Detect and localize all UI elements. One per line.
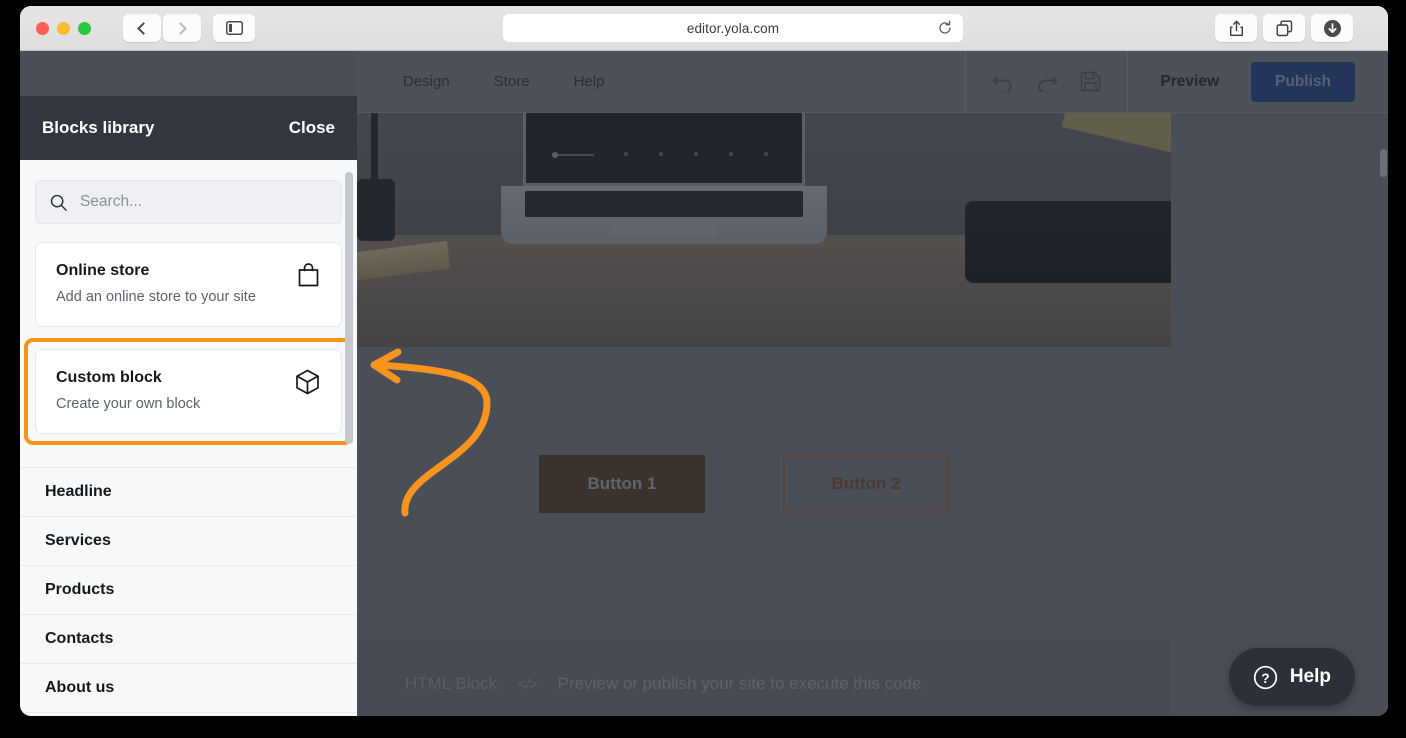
- blocks-list: Headline Services Products Contacts Abou…: [20, 467, 357, 716]
- close-panel-button[interactable]: Close: [289, 118, 335, 138]
- shopping-bag-icon: [297, 262, 320, 292]
- traffic-lights: [36, 22, 91, 35]
- card-subtitle: Create your own block: [56, 396, 201, 412]
- menu-item-help[interactable]: Help: [574, 73, 605, 90]
- block-label: Products: [45, 581, 115, 598]
- question-circle-icon: ?: [1253, 665, 1277, 689]
- tabs-button[interactable]: [1263, 14, 1305, 42]
- card-title: Custom block: [56, 369, 162, 386]
- url-bar[interactable]: editor.yola.com: [503, 14, 963, 42]
- share-button[interactable]: [1215, 14, 1257, 42]
- help-widget-button[interactable]: ? Help: [1228, 648, 1355, 706]
- menu-item-store[interactable]: Store: [494, 73, 530, 90]
- chevron-right-icon: [174, 21, 187, 35]
- search-icon: [50, 194, 67, 211]
- url-text: editor.yola.com: [686, 20, 780, 36]
- svg-text:?: ?: [1261, 671, 1269, 686]
- undo-icon[interactable]: [992, 72, 1014, 92]
- editor-toolbar: Design Store Help Preview Publish: [357, 51, 1388, 113]
- page-viewport: Get a consultation Design: [20, 51, 1388, 716]
- publish-button[interactable]: Publish: [1251, 61, 1355, 102]
- block-row-services[interactable]: Services: [20, 516, 357, 565]
- card-online-store[interactable]: Online store Add an online store to your…: [35, 242, 342, 327]
- html-block-strip[interactable]: HTML Block </> Preview or publish your s…: [357, 639, 1171, 716]
- maximize-window-button[interactable]: [78, 22, 91, 35]
- html-block-label: HTML Block: [405, 674, 497, 693]
- save-icon[interactable]: [1080, 71, 1101, 92]
- nav-forward-button[interactable]: [163, 14, 201, 42]
- card-subtitle: Add an online store to your site: [56, 289, 256, 305]
- nav-back-button[interactable]: [123, 14, 161, 42]
- block-label: Headline: [45, 483, 112, 500]
- search-field-wrapper[interactable]: [35, 180, 342, 224]
- chevron-left-icon: [137, 21, 150, 35]
- block-row-gallery[interactable]: Gallery New: [20, 712, 357, 716]
- browser-chrome: editor.yola.com: [20, 6, 1388, 51]
- reload-icon[interactable]: [937, 20, 953, 36]
- download-button[interactable]: [1311, 14, 1353, 42]
- card-title: Online store: [56, 262, 150, 279]
- code-icon: </>: [517, 675, 538, 693]
- block-row-products[interactable]: Products: [20, 565, 357, 614]
- close-window-button[interactable]: [36, 22, 49, 35]
- minimize-window-button[interactable]: [57, 22, 70, 35]
- tabs-icon: [1276, 20, 1292, 36]
- page-scrollbar-thumb[interactable]: [1380, 149, 1387, 177]
- history-icon-group: [965, 51, 1129, 112]
- toolbar-right-group: Preview Publish: [965, 51, 1388, 112]
- block-row-contacts[interactable]: Contacts: [20, 614, 357, 663]
- canvas-button-2[interactable]: Button 2: [783, 455, 949, 513]
- sidebar-icon: [225, 21, 243, 35]
- page-title: Blocks library: [42, 118, 155, 137]
- preview-button[interactable]: Preview: [1128, 73, 1251, 91]
- cube-icon: [295, 369, 320, 400]
- canvas-button-row: Button 1 Button 2: [539, 455, 949, 513]
- help-widget-label: Help: [1289, 666, 1331, 687]
- menu-item-design[interactable]: Design: [403, 73, 450, 90]
- block-label: Contacts: [45, 630, 114, 647]
- block-row-about-us[interactable]: About us: [20, 663, 357, 712]
- redo-icon[interactable]: [1036, 72, 1058, 92]
- panel-header: Blocks library Close: [20, 96, 357, 160]
- panel-body: Online store Add an online store to your…: [20, 160, 357, 716]
- block-label: Services: [45, 532, 111, 549]
- panel-scrollbar-thumb[interactable]: [345, 172, 353, 444]
- canvas-button-1[interactable]: Button 1: [539, 455, 705, 513]
- custom-block-highlight: Custom block Create your own block: [24, 338, 353, 445]
- share-icon: [1229, 20, 1243, 36]
- html-block-hint: Preview or publish your site to execute …: [557, 674, 927, 693]
- annotation-arrow-icon: [370, 348, 491, 517]
- search-input[interactable]: [79, 193, 327, 211]
- download-icon: [1323, 19, 1341, 37]
- browser-window: editor.yola.com Design Store Help Previe…: [20, 6, 1388, 716]
- block-label: About us: [45, 679, 115, 696]
- card-custom-block[interactable]: Custom block Create your own block: [35, 349, 342, 434]
- blocks-library-panel: Blocks library Close Online store Add an…: [20, 96, 357, 716]
- sidebar-toggle-button[interactable]: [213, 14, 255, 42]
- block-row-headline[interactable]: Headline: [20, 467, 357, 516]
